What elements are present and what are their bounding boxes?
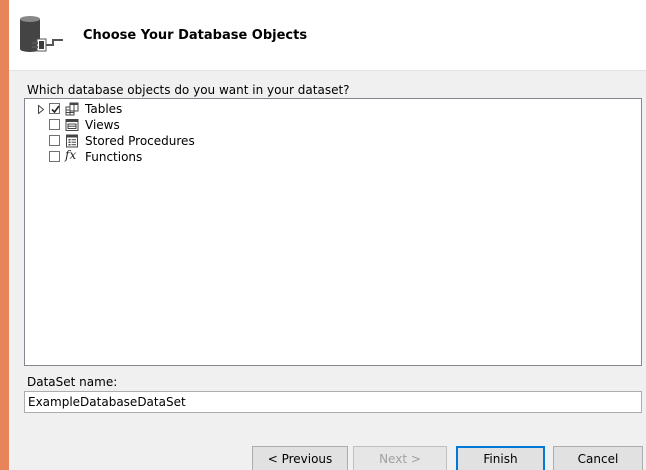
previous-button[interactable]: < Previous [252,446,348,470]
tree-item-label: Views [85,118,120,132]
views-checkbox[interactable] [49,119,60,130]
stored-procedures-icon [66,134,78,148]
tree-item-views[interactable]: Views [25,117,325,133]
next-button[interactable]: Next > [353,446,447,470]
cancel-button[interactable]: Cancel [553,446,643,470]
tree-item-tables[interactable]: Tables [25,101,325,117]
page-title: Choose Your Database Objects [83,28,308,43]
dataset-name-input[interactable] [24,391,642,413]
tables-checkbox[interactable] [49,103,60,114]
tree-item-label: Tables [85,102,123,116]
expand-arrow-icon[interactable] [38,105,44,114]
checkmark-icon [51,105,60,114]
dataset-name-label: DataSet name: [27,375,118,389]
tables-icon [65,102,79,116]
views-icon [65,119,79,131]
stored-procedures-checkbox[interactable] [49,135,60,146]
functions-checkbox[interactable] [49,151,60,162]
database-plug-icon [20,16,63,52]
tree-item-label: Stored Procedures [85,134,195,148]
objects-prompt: Which database objects do you want in yo… [27,83,350,97]
wizard-window: Choose Your Database Objects Which datab… [9,0,646,470]
tree-item-label: Functions [85,150,143,164]
functions-icon: fx [65,148,77,162]
database-objects-tree[interactable]: Tables Views Stored Procedures fx Functi… [24,98,642,366]
finish-button[interactable]: Finish [456,446,545,470]
tree-item-functions[interactable]: fx Functions [25,148,325,165]
wizard-header: Choose Your Database Objects [9,0,646,71]
tree-item-stored-procedures[interactable]: Stored Procedures [25,133,325,149]
